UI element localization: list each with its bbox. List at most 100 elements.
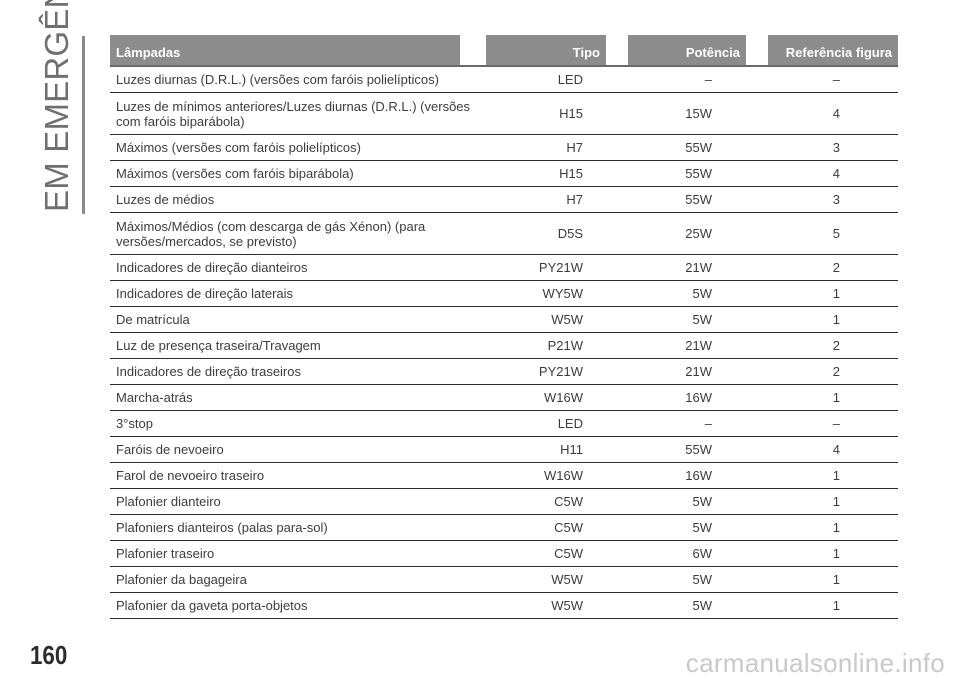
lamp-name: Indicadores de direção laterais xyxy=(110,280,474,307)
table-row: Luzes de médios H7 55W 3 xyxy=(110,186,898,213)
lamp-name: Máximos (versões com faróis polielíptico… xyxy=(110,134,474,161)
lamp-power: 6W xyxy=(616,540,756,567)
lamp-type: W16W xyxy=(474,462,616,489)
lamp-figure-ref: 2 xyxy=(756,254,898,281)
lamp-type: WY5W xyxy=(474,280,616,307)
lamp-figure-ref: 1 xyxy=(756,306,898,333)
lamp-type: H11 xyxy=(474,436,616,463)
lamp-figure-ref: 1 xyxy=(756,540,898,567)
lamp-figure-ref: 3 xyxy=(756,134,898,161)
lamp-power: 21W xyxy=(616,358,756,385)
lamp-power: 5W xyxy=(616,566,756,593)
lamp-figure-ref: 1 xyxy=(756,384,898,411)
lamp-figure-ref: 2 xyxy=(756,358,898,385)
lamp-power: 21W xyxy=(616,332,756,359)
lamp-figure-ref: 1 xyxy=(756,566,898,593)
table-row: Luzes de mínimos anteriores/Luzes diurna… xyxy=(110,92,898,135)
header-lamps: Lâmpadas xyxy=(110,35,474,67)
table-row: Indicadores de direção dianteiros PY21W … xyxy=(110,254,898,281)
lamp-name: Luzes diurnas (D.R.L.) (versões com faró… xyxy=(110,66,474,93)
lamp-name: Máximos/Médios (com descarga de gás Xéno… xyxy=(110,212,474,255)
lamp-power: 55W xyxy=(616,436,756,463)
lamp-type: LED xyxy=(474,66,616,93)
lamp-figure-ref: 1 xyxy=(756,488,898,515)
table-row: Plafonier dianteiro C5W 5W 1 xyxy=(110,488,898,515)
lamp-power: 16W xyxy=(616,384,756,411)
lamp-type: LED xyxy=(474,410,616,437)
lamp-type: H15 xyxy=(474,92,616,135)
lamp-name: De matrícula xyxy=(110,306,474,333)
lamp-figure-ref: – xyxy=(756,66,898,93)
table-row: Indicadores de direção traseiros PY21W 2… xyxy=(110,358,898,385)
lamp-type: C5W xyxy=(474,488,616,515)
lamp-name: Farol de nevoeiro traseiro xyxy=(110,462,474,489)
lamp-power: – xyxy=(616,410,756,437)
lamp-figure-ref: 4 xyxy=(756,436,898,463)
table-row: Máximos (versões com faróis biparábola) … xyxy=(110,160,898,187)
table-row: Luz de presença traseira/Travagem P21W 2… xyxy=(110,332,898,359)
header-lamps-label: Lâmpadas xyxy=(110,35,460,65)
lamp-figure-ref: 1 xyxy=(756,280,898,307)
lamp-type: D5S xyxy=(474,212,616,255)
lamp-name: Luzes de médios xyxy=(110,186,474,213)
lamp-name: Plafonier da gaveta porta-objetos xyxy=(110,592,474,619)
section-title-text: EM EMERGÊNCIA xyxy=(38,0,75,212)
lamp-power: 16W xyxy=(616,462,756,489)
lamp-type: W5W xyxy=(474,592,616,619)
lamp-type: C5W xyxy=(474,540,616,567)
lamp-type: PY21W xyxy=(474,358,616,385)
lamp-type: H7 xyxy=(474,186,616,213)
lamp-power: 5W xyxy=(616,306,756,333)
lamp-name: Máximos (versões com faróis biparábola) xyxy=(110,160,474,187)
table-header-row: Lâmpadas Tipo Potência Referência figura xyxy=(110,35,898,67)
lamp-name: Marcha-atrás xyxy=(110,384,474,411)
watermark-text: carmanualsonline.info xyxy=(685,648,945,678)
header-type-label: Tipo xyxy=(486,35,606,65)
lamp-name: Plafonier dianteiro xyxy=(110,488,474,515)
header-figure-ref: Referência figura xyxy=(756,35,898,67)
table-row: Plafonier da gaveta porta-objetos W5W 5W… xyxy=(110,592,898,619)
lamp-figure-ref: 1 xyxy=(756,462,898,489)
lamp-figure-ref: 1 xyxy=(756,592,898,619)
page-number: 160 xyxy=(30,640,68,670)
lamp-figure-ref: 5 xyxy=(756,212,898,255)
lamp-name: Luz de presença traseira/Travagem xyxy=(110,332,474,359)
lamp-power: 5W xyxy=(616,592,756,619)
table-row: Faróis de nevoeiro H11 55W 4 xyxy=(110,436,898,463)
lamp-figure-ref: 4 xyxy=(756,92,898,135)
lamp-type: C5W xyxy=(474,514,616,541)
lamp-name: Faróis de nevoeiro xyxy=(110,436,474,463)
lamp-power: 21W xyxy=(616,254,756,281)
lamp-name: Plafonier traseiro xyxy=(110,540,474,567)
table-row: Farol de nevoeiro traseiro W16W 16W 1 xyxy=(110,462,898,489)
lamp-power: 5W xyxy=(616,280,756,307)
lamp-power: – xyxy=(616,66,756,93)
lamp-name: Indicadores de direção dianteiros xyxy=(110,254,474,281)
lamp-type: H7 xyxy=(474,134,616,161)
lamp-name: Luzes de mínimos anteriores/Luzes diurna… xyxy=(110,92,474,135)
table-row: De matrícula W5W 5W 1 xyxy=(110,306,898,333)
header-figure-ref-label: Referência figura xyxy=(768,35,898,65)
lamp-type: W5W xyxy=(474,306,616,333)
table-row: Máximos/Médios (com descarga de gás Xéno… xyxy=(110,212,898,255)
lamp-figure-ref: – xyxy=(756,410,898,437)
lamp-figure-ref: 2 xyxy=(756,332,898,359)
lamp-type: H15 xyxy=(474,160,616,187)
lamp-name: 3°stop xyxy=(110,410,474,437)
lamp-power: 55W xyxy=(616,160,756,187)
table-row: Máximos (versões com faróis polielíptico… xyxy=(110,134,898,161)
lamp-name: Indicadores de direção traseiros xyxy=(110,358,474,385)
header-type: Tipo xyxy=(474,35,616,67)
lamp-figure-ref: 3 xyxy=(756,186,898,213)
table-row: Plafonier traseiro C5W 6W 1 xyxy=(110,540,898,567)
lamp-power: 5W xyxy=(616,514,756,541)
lamp-name: Plafonier da bagageira xyxy=(110,566,474,593)
lamp-type: W16W xyxy=(474,384,616,411)
lamp-figure-ref: 4 xyxy=(756,160,898,187)
table-row: Marcha-atrás W16W 16W 1 xyxy=(110,384,898,411)
table-row: Plafonier da bagageira W5W 5W 1 xyxy=(110,566,898,593)
lamp-power: 15W xyxy=(616,92,756,135)
table-row: 3°stop LED – – xyxy=(110,410,898,437)
lamp-power: 55W xyxy=(616,134,756,161)
lamp-type: W5W xyxy=(474,566,616,593)
